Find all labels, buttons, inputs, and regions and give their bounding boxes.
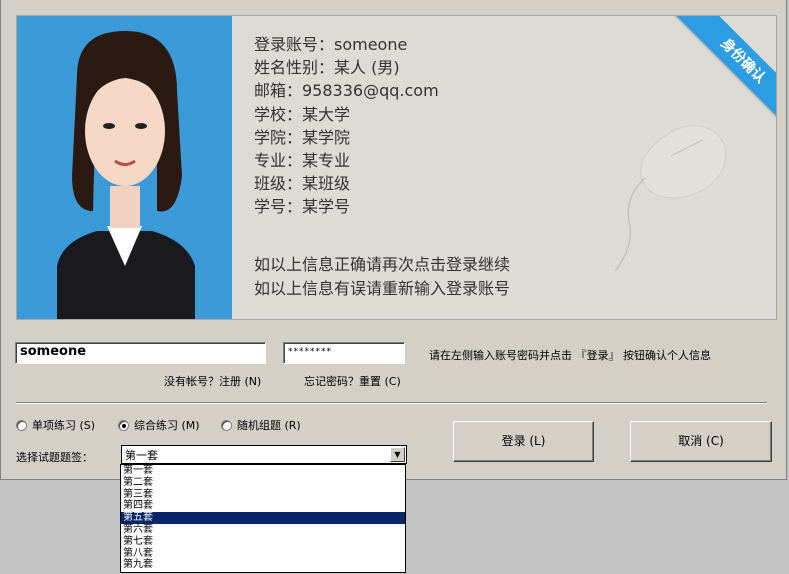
dropdown-option-highlighted[interactable]: 第五套 bbox=[121, 512, 405, 524]
radio-label: 单项练习 (S) bbox=[32, 419, 96, 432]
radio-button-icon bbox=[221, 419, 232, 431]
identity-info-panel: 登录账号：someone 姓名性别：某人 (男) 邮箱：958336@qq.co… bbox=[16, 15, 777, 320]
dropdown-option[interactable]: 第二套 bbox=[121, 477, 405, 489]
question-set-select[interactable]: 第一套 ▼ bbox=[121, 445, 407, 464]
radio-label: 随机组题 (R) bbox=[237, 419, 301, 432]
dropdown-option[interactable]: 第三套 bbox=[121, 489, 405, 501]
radio-random-quiz[interactable]: 随机组题 (R) bbox=[221, 417, 301, 433]
radio-label: 综合练习 (M) bbox=[134, 419, 200, 432]
info-account: 登录账号：someone bbox=[254, 35, 408, 54]
identity-confirm-dialog: 登录账号：someone 姓名性别：某人 (男) 邮箱：958336@qq.co… bbox=[0, 0, 787, 480]
set-select-label: 选择试题题签： bbox=[16, 451, 93, 464]
info-class: 班级：某班级 bbox=[254, 174, 351, 194]
info-school: 学校：某大学 bbox=[254, 104, 351, 124]
confirm-correct-text: 如以上信息正确请再次点击登录继续 bbox=[254, 255, 511, 274]
info-college: 学院：某学院 bbox=[254, 127, 351, 147]
dropdown-option[interactable]: 第九套 bbox=[121, 559, 405, 571]
dropdown-option[interactable]: 第八套 bbox=[121, 548, 405, 560]
confirm-instructions: 如以上信息正确请再次点击登录继续 如以上信息有误请重新输入登录账号 bbox=[254, 253, 510, 300]
confirm-wrong-text: 如以上信息有误请重新输入登录账号 bbox=[254, 278, 511, 298]
forgot-password-link[interactable]: 忘记密码？重置 (C) bbox=[304, 373, 401, 389]
dropdown-option[interactable]: 第四套 bbox=[121, 500, 405, 512]
computer-mouse-icon bbox=[605, 116, 730, 280]
cancel-button[interactable]: 取消 (C) bbox=[630, 421, 772, 462]
select-value: 第一套 bbox=[125, 449, 158, 462]
radio-button-checked-icon bbox=[118, 419, 129, 431]
dropdown-option[interactable]: 第一套 bbox=[121, 465, 405, 477]
login-button[interactable]: 登录 (L) bbox=[453, 421, 594, 462]
radio-single-practice[interactable]: 单项练习 (S) bbox=[16, 417, 95, 433]
chevron-down-icon[interactable]: ▼ bbox=[390, 447, 405, 462]
identity-ribbon: 身份确认 bbox=[666, 16, 776, 126]
register-link[interactable]: 没有帐号？注册 (N) bbox=[164, 373, 261, 389]
question-set-dropdown-list: 第一套 第二套 第三套 第四套 第五套 第六套 第七套 第八套 第九套 bbox=[120, 464, 406, 573]
info-major: 专业：某专业 bbox=[254, 151, 351, 171]
radio-button-icon bbox=[16, 419, 27, 431]
dropdown-option[interactable]: 第六套 bbox=[121, 524, 405, 536]
username-field[interactable]: someone bbox=[15, 342, 266, 364]
info-student-id: 学号：某学号 bbox=[254, 197, 351, 217]
separator bbox=[16, 402, 767, 404]
radio-comprehensive-practice[interactable]: 综合练习 (M) bbox=[118, 417, 200, 433]
password-field[interactable]: ******** bbox=[283, 342, 405, 364]
info-name-gender: 姓名性别：某人 (男) bbox=[254, 58, 400, 78]
identity-ribbon-label: 身份确认 bbox=[675, 16, 776, 126]
user-photo bbox=[17, 16, 232, 319]
login-hint: 请在左侧输入账号密码并点击 『登录』 按钮确认个人信息 bbox=[429, 349, 711, 362]
user-info-lines: 登录账号：someone 姓名性别：某人 (男) 邮箱：958336@qq.co… bbox=[254, 33, 439, 219]
info-email: 邮箱：958336@qq.com bbox=[254, 81, 439, 101]
dropdown-option[interactable]: 第七套 bbox=[121, 536, 405, 548]
